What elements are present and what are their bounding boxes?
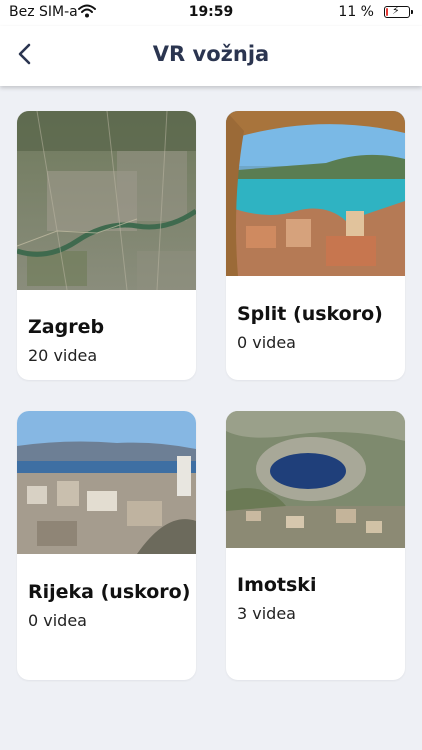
video-count: 0 videa [237, 333, 296, 352]
city-name: Zagreb [28, 316, 105, 338]
city-card-zagreb[interactable]: Zagreb 20 videa [17, 111, 196, 380]
status-bar: Bez SIM-a 19:59 11 % ⚡ [0, 0, 422, 26]
city-image-zagreb [17, 111, 196, 290]
battery-icon: ⚡ [384, 4, 413, 18]
city-name: Rijeka (uskoro) [28, 581, 191, 603]
city-name: Imotski [237, 574, 317, 596]
battery-percentage: 11 % [338, 4, 374, 20]
city-image-split [226, 111, 405, 276]
city-card-rijeka[interactable]: Rijeka (uskoro) 0 videa [17, 411, 196, 680]
video-count: 20 videa [28, 346, 98, 365]
city-card-split[interactable]: Split (uskoro) 0 videa [226, 111, 405, 380]
city-name: Split (uskoro) [237, 303, 383, 325]
city-image-imotski [226, 411, 405, 548]
navigation-bar: VR vožnja [0, 26, 422, 86]
battery-fill [386, 8, 388, 16]
city-image-rijeka [17, 411, 196, 554]
city-card-imotski[interactable]: Imotski 3 videa [226, 411, 405, 680]
video-count: 3 videa [237, 604, 296, 623]
charging-bolt-icon: ⚡ [392, 4, 400, 17]
video-count: 0 videa [28, 611, 87, 630]
page-title: VR vožnja [152, 42, 270, 66]
